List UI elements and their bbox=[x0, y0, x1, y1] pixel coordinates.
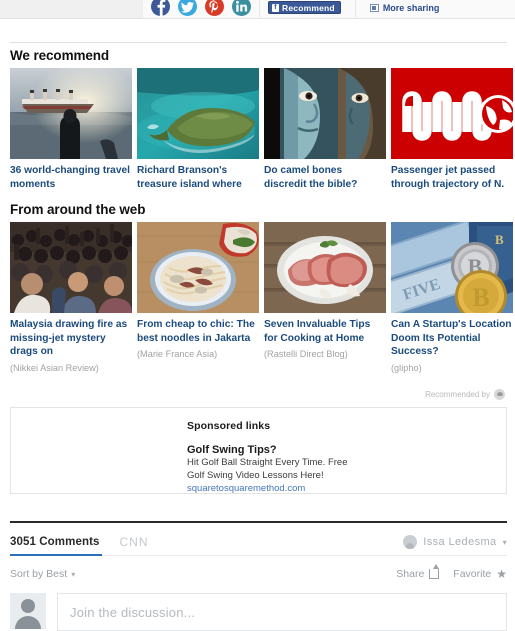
recommend-card[interactable]: Do camel bones discredit the bible? bbox=[264, 68, 386, 191]
chevron-down-icon: ▾ bbox=[502, 537, 507, 547]
sort-by-button[interactable]: Sort by Best ▾ bbox=[10, 568, 75, 580]
card-title[interactable]: 36 world-changing travel moments bbox=[10, 164, 132, 191]
comment-input[interactable]: Join the discussion... bbox=[57, 593, 507, 631]
section-divider-rule bbox=[10, 42, 507, 43]
sponsored-ad-title[interactable]: Golf Swing Tips? bbox=[187, 444, 506, 456]
recommend-label: Recommend bbox=[282, 2, 335, 13]
more-sharing-button[interactable]: More sharing bbox=[369, 2, 440, 13]
share-bar-left-panel bbox=[0, 0, 143, 19]
card-source: (Rastelli Direct Blog) bbox=[264, 349, 348, 359]
recommend-card[interactable]: Richard Branson's treasure island where bbox=[137, 68, 259, 191]
share-icon bbox=[429, 564, 440, 579]
we-recommend-heading: We recommend bbox=[10, 48, 110, 63]
card-source: (Nikkei Asian Review) bbox=[10, 362, 99, 373]
user-avatar-icon bbox=[403, 535, 418, 549]
card-title[interactable]: Malaysia drawing fire as missing-jet mys… bbox=[10, 318, 132, 359]
sponsored-card[interactable]: Seven Invaluable Tips for Cooking at Hom… bbox=[264, 222, 386, 374]
sponsored-ad-url[interactable]: squaretosquaremethod.com bbox=[187, 483, 506, 494]
sort-by-label: Sort by Best bbox=[10, 568, 68, 580]
titanic-ship-photo[interactable] bbox=[10, 68, 132, 159]
favorite-button[interactable]: Favorite ★ bbox=[453, 568, 507, 580]
share-bar-actions: f Recommend More sharing bbox=[143, 0, 515, 19]
chevron-down-icon: ▾ bbox=[71, 569, 76, 579]
comments-top-rule bbox=[10, 521, 507, 523]
card-title[interactable]: Seven Invaluable Tips for Cooking at Hom… bbox=[264, 318, 386, 345]
comments-site-tab[interactable]: CNN bbox=[120, 535, 149, 549]
facebook-share-icon[interactable] bbox=[151, 0, 170, 16]
card-title[interactable]: From cheap to chic: The best noodles in … bbox=[137, 318, 259, 345]
more-sharing-icon bbox=[369, 3, 379, 12]
avatar bbox=[10, 593, 46, 629]
from-around-the-web-card-row: Malaysia drawing fire as missing-jet mys… bbox=[10, 222, 513, 374]
facebook-recommend-button[interactable]: f Recommend bbox=[268, 1, 341, 14]
share-divider bbox=[259, 0, 260, 17]
sponsored-card[interactable]: From cheap to chic: The best noodles in … bbox=[137, 222, 259, 374]
recommend-card[interactable]: 36 world-changing travel moments bbox=[10, 68, 132, 191]
bitcoin-coins-photo[interactable]: FIVE B B B bbox=[391, 222, 513, 313]
share-divider-2 bbox=[354, 0, 356, 17]
share-label: Share bbox=[396, 568, 425, 580]
outbrain-logo-icon bbox=[494, 389, 505, 400]
sponsored-links-box: Sponsored links Golf Swing Tips? Hit Gol… bbox=[10, 407, 507, 494]
favorite-label: Favorite bbox=[453, 568, 492, 580]
more-sharing-label: More sharing bbox=[382, 2, 440, 13]
card-source: (glipho) bbox=[391, 362, 422, 373]
noodle-bowl-photo[interactable] bbox=[137, 222, 259, 313]
facebook-f-icon: f bbox=[272, 3, 279, 12]
sponsored-ad-desc-line2: Golf Swing Video Lessons Here! bbox=[187, 470, 324, 481]
raw-steak-plate-photo[interactable] bbox=[264, 222, 386, 313]
star-icon: ★ bbox=[496, 567, 507, 581]
social-share-bar: f Recommend More sharing bbox=[0, 0, 515, 22]
recommended-by-label: Recommended by bbox=[425, 390, 490, 399]
twitter-share-icon[interactable] bbox=[178, 0, 197, 16]
recommended-by-attribution[interactable]: Recommended by bbox=[425, 389, 505, 400]
card-title[interactable]: Richard Branson's treasure island where bbox=[137, 164, 259, 191]
protest-crowd-photo[interactable] bbox=[10, 222, 132, 313]
pinterest-share-icon[interactable] bbox=[205, 0, 224, 16]
recommend-card[interactable]: Passenger jet passed through trajectory … bbox=[391, 68, 513, 191]
comments-toolbar: Sort by Best ▾ Share Favorite ★ bbox=[10, 562, 507, 586]
comments-tab-underline bbox=[10, 554, 102, 556]
comments-user-menu[interactable]: Issa Ledesma ▾ bbox=[403, 535, 507, 549]
comments-header: 3051 Comments CNN Issa Ledesma ▾ bbox=[10, 530, 507, 554]
card-title[interactable]: Can A Startup's Location Doom Its Potent… bbox=[391, 318, 513, 359]
comments-user-name: Issa Ledesma bbox=[423, 536, 497, 548]
ancient-painted-faces-photo[interactable] bbox=[264, 68, 386, 159]
svg-text:B: B bbox=[495, 232, 504, 247]
comments-tab-rule bbox=[102, 555, 507, 556]
card-source: (Marie France Asia) bbox=[137, 349, 218, 359]
linkedin-share-icon[interactable] bbox=[232, 0, 251, 16]
card-title[interactable]: Passenger jet passed through trajectory … bbox=[391, 164, 513, 191]
sponsored-card[interactable]: FIVE B B B Can A Startup's Location Doom… bbox=[391, 222, 513, 374]
cnn-logo-graphic[interactable] bbox=[391, 68, 513, 159]
card-title[interactable]: Do camel bones discredit the bible? bbox=[264, 164, 386, 191]
tropical-island-aerial-photo[interactable] bbox=[137, 68, 259, 159]
comments-count: 3051 Comments bbox=[10, 536, 100, 548]
sponsored-card[interactable]: Malaysia drawing fire as missing-jet mys… bbox=[10, 222, 132, 374]
comment-compose-row: Join the discussion... bbox=[10, 593, 507, 631]
from-around-the-web-heading: From around the web bbox=[10, 202, 146, 217]
sponsored-ad-desc-line1: Hit Golf Ball Straight Every Time. Free bbox=[187, 457, 348, 468]
we-recommend-card-row: 36 world-changing travel moments Richard… bbox=[10, 68, 513, 191]
share-button[interactable]: Share bbox=[396, 564, 440, 580]
sponsored-links-heading: Sponsored links bbox=[187, 420, 271, 432]
article-footer-page: f Recommend More sharing We recommend 36… bbox=[0, 0, 515, 631]
svg-text:B: B bbox=[472, 283, 489, 312]
